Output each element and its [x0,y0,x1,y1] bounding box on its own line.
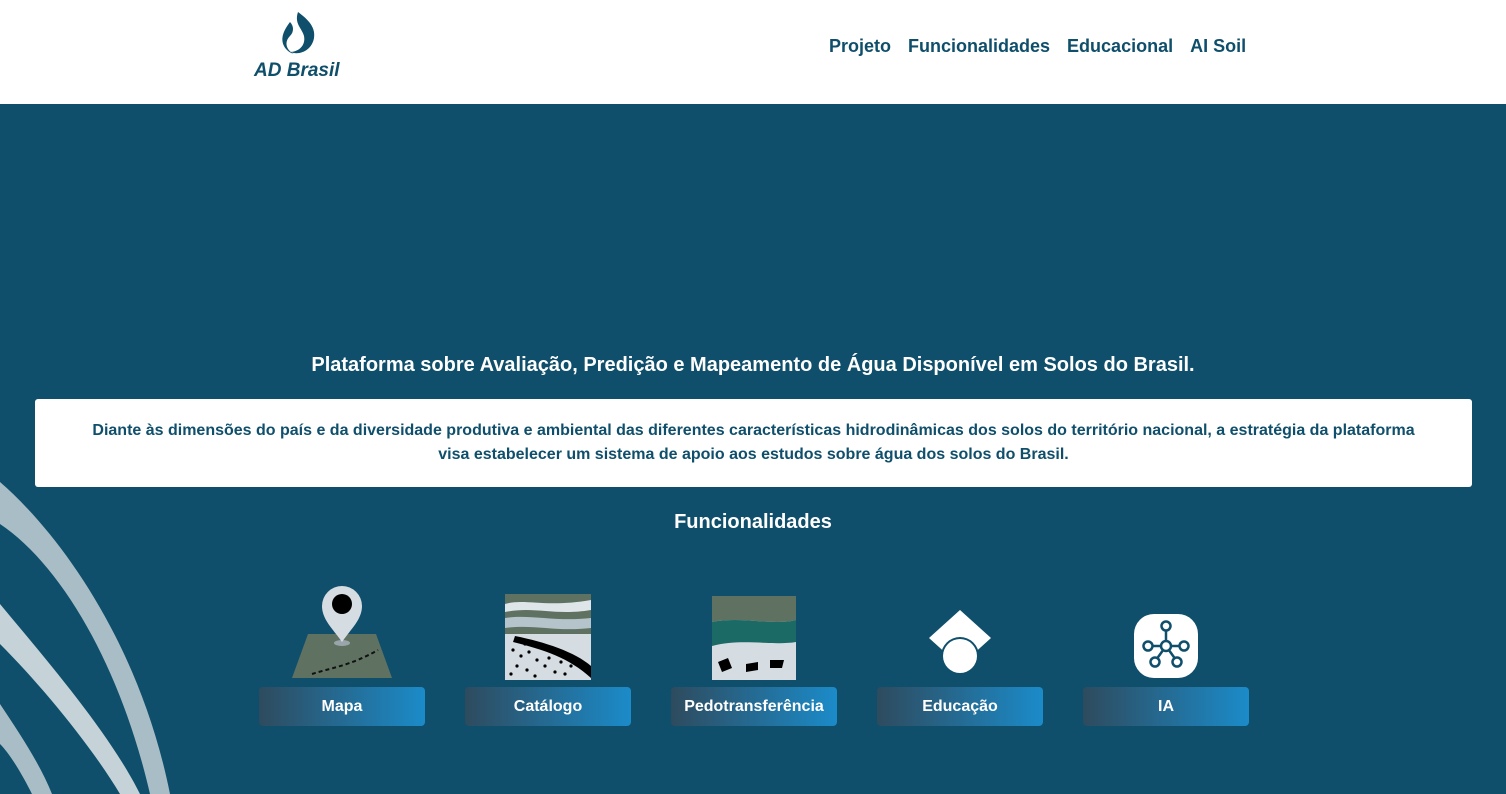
feature-educacao: Educação [877,584,1043,726]
feature-ia: IA [1083,584,1249,726]
feature-pedotransferencia: Pedotransferência [671,584,837,726]
nav-item-ai-soil[interactable]: AI Soil [1190,36,1246,57]
graduation-cap-icon[interactable] [877,584,1043,680]
main-nav: Projeto Funcionalidades Educacional AI S… [829,36,1263,57]
top-navbar: AD Brasil Projeto Funcionalidades Educac… [0,0,1506,104]
brand-name: AD Brasil [254,60,340,81]
pedotransferencia-button[interactable]: Pedotransferência [671,687,837,726]
educacao-button[interactable]: Educação [877,687,1043,726]
features-title: Funcionalidades [674,511,832,533]
description-box: Diante às dimensões do país e da diversi… [35,399,1472,487]
nav-item-educacional[interactable]: Educacional [1067,36,1173,57]
soil-layers-icon[interactable] [465,584,631,680]
brand-logo[interactable]: AD Brasil [252,10,348,86]
hero-headline: Plataforma sobre Avaliação, Predição e M… [311,354,1195,376]
water-drop-swirl-icon [282,12,315,54]
neural-network-icon[interactable] [1083,584,1249,680]
catalogo-button[interactable]: Catálogo [465,687,631,726]
map-pin-icon[interactable] [259,584,425,680]
mapa-button[interactable]: Mapa [259,687,425,726]
nav-item-projeto[interactable]: Projeto [829,36,891,57]
feature-catalogo: Catálogo [465,584,631,726]
nav-item-funcionalidades[interactable]: Funcionalidades [908,36,1050,57]
description-text: Diante às dimensões do país e da diversi… [92,422,1415,463]
ia-button[interactable]: IA [1083,687,1249,726]
feature-mapa: Mapa [259,584,425,726]
soil-profile-icon[interactable] [671,584,837,680]
hero-section: Plataforma sobre Avaliação, Predição e M… [0,104,1506,794]
